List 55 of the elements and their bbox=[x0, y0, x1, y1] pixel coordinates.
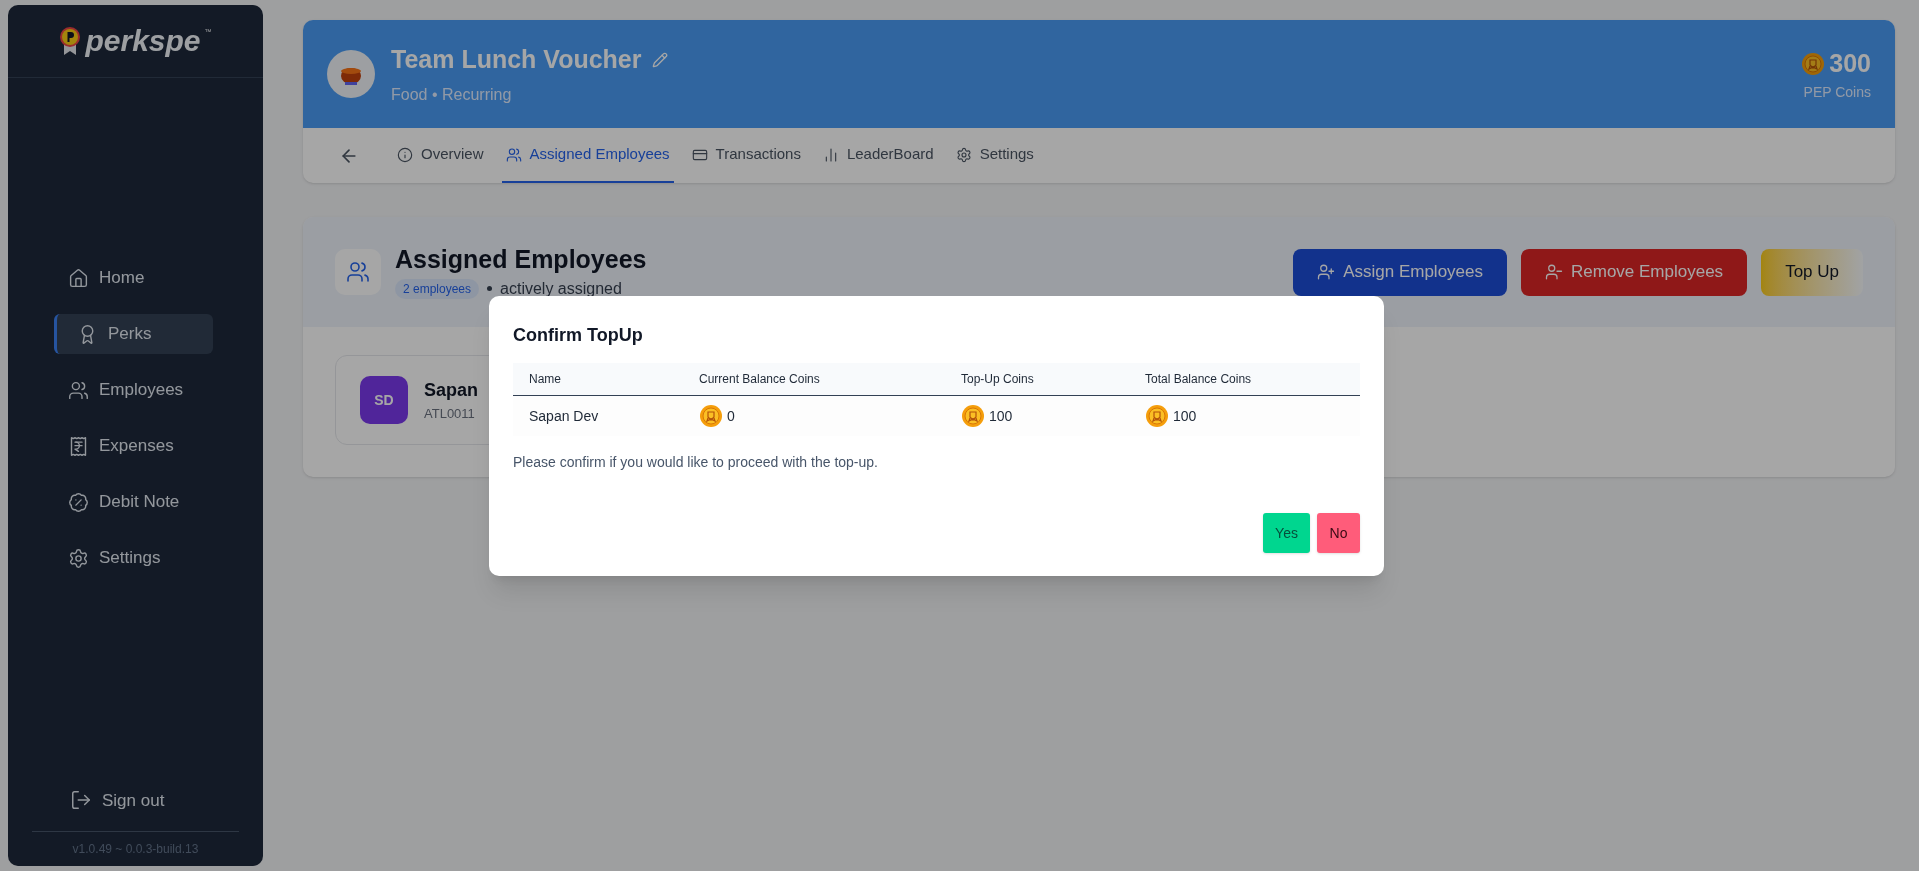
column-header: Total Balance Coins bbox=[1129, 363, 1360, 396]
users-icon bbox=[346, 260, 370, 284]
tab[interactable]: Overview bbox=[393, 128, 488, 183]
coin-icon bbox=[1801, 51, 1826, 76]
coin-amount: 100 bbox=[1173, 406, 1197, 426]
dialog-message: Please confirm if you would like to proceed with the top-up. bbox=[513, 453, 879, 472]
section-title: Assigned Employees bbox=[395, 244, 647, 276]
employee-avatar: SD bbox=[360, 376, 408, 424]
column-header: Top-Up Coins bbox=[945, 363, 1129, 396]
column-header: Name bbox=[513, 363, 683, 396]
dialog-button[interactable]: Yes bbox=[1263, 513, 1310, 553]
tab[interactable]: Settings bbox=[951, 128, 1038, 183]
action-button[interactable]: Top Up bbox=[1761, 248, 1863, 296]
sign-out-link[interactable]: Sign out bbox=[8, 787, 263, 819]
settings-icon bbox=[68, 547, 89, 569]
coin-balance: 300 bbox=[1829, 47, 1871, 79]
coin-amount: 100 bbox=[989, 406, 1013, 426]
info-icon bbox=[397, 146, 413, 163]
employee-code: ATL0011 bbox=[424, 404, 476, 423]
column-header: Current Balance Coins bbox=[683, 363, 945, 396]
dialog-title: Confirm TopUp bbox=[513, 324, 644, 347]
logo-wordmark: perkspe bbox=[85, 26, 201, 56]
coin-icon bbox=[699, 404, 723, 428]
sidebar-item[interactable]: Expenses bbox=[54, 426, 213, 466]
perk-title: Team Lunch Voucher bbox=[391, 44, 642, 76]
sidebar-item[interactable]: Home bbox=[54, 258, 213, 298]
user-plus-icon bbox=[1317, 263, 1336, 281]
sidebar-item[interactable]: Employees bbox=[54, 370, 213, 410]
tab[interactable]: LeaderBoard bbox=[818, 128, 938, 183]
coin-amount: 0 bbox=[727, 406, 735, 426]
settings-icon bbox=[955, 146, 972, 163]
sidebar-item[interactable]: Settings bbox=[54, 538, 213, 578]
receipt-icon bbox=[68, 435, 89, 457]
home-icon bbox=[68, 267, 89, 289]
tab[interactable]: Transactions bbox=[687, 128, 805, 183]
user-minus-icon bbox=[1545, 263, 1563, 281]
status-text: actively assigned bbox=[500, 279, 622, 298]
sidebar-item[interactable]: Debit Note bbox=[54, 482, 213, 522]
coin-icon bbox=[961, 404, 985, 428]
edit-icon[interactable] bbox=[651, 52, 668, 68]
users-icon bbox=[68, 379, 89, 401]
employee-count-badge: 2 employees bbox=[395, 278, 480, 299]
coin-label: PEP Coins bbox=[1803, 83, 1871, 103]
medal-logo-icon bbox=[59, 26, 82, 56]
action-button[interactable]: Remove Employees bbox=[1521, 248, 1748, 296]
dialog-button[interactable]: No bbox=[1317, 513, 1360, 553]
action-button[interactable]: Assign Employees bbox=[1293, 248, 1507, 296]
percent-badge-icon bbox=[68, 491, 89, 513]
sidebar-item[interactable]: Perks bbox=[54, 314, 213, 354]
coin-icon bbox=[1145, 404, 1169, 428]
perk-subtitle: Food • Recurring bbox=[391, 84, 513, 105]
logout-icon bbox=[70, 789, 92, 812]
users-icon bbox=[505, 146, 522, 163]
employee-name: Sapan bbox=[424, 378, 479, 402]
tab[interactable]: Assigned Employees bbox=[501, 128, 674, 183]
